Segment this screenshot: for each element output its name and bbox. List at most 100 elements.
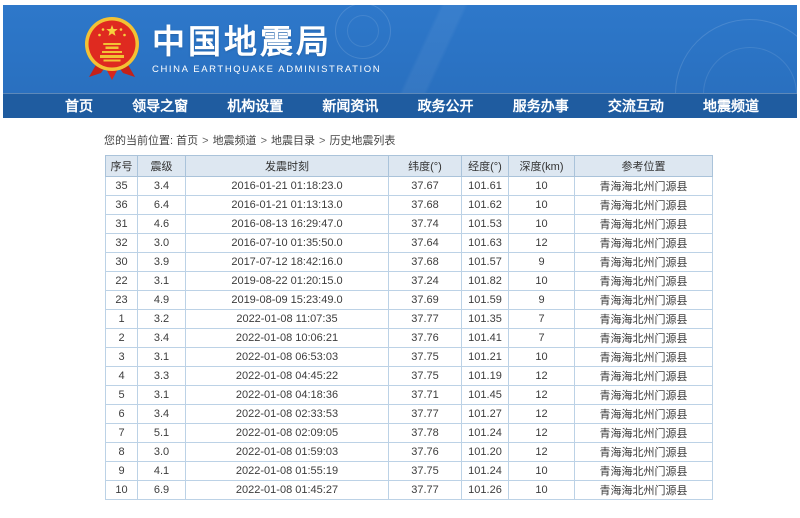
- table-cell: 3.2: [138, 310, 186, 329]
- nav-item-7[interactable]: 交流互动: [608, 94, 664, 119]
- nav-item-6[interactable]: 服务办事: [513, 94, 569, 119]
- table-cell: 37.67: [389, 177, 462, 196]
- table-cell: 12: [509, 234, 575, 253]
- table-cell: 37.74: [389, 215, 462, 234]
- table-row: 94.12022-01-08 01:55:1937.75101.2410青海海北…: [106, 462, 713, 481]
- table-row: 323.02016-07-10 01:35:50.037.64101.6312青…: [106, 234, 713, 253]
- table-cell: 2022-01-08 06:53:03: [186, 348, 389, 367]
- table-cell: 101.61: [462, 177, 509, 196]
- china-national-emblem-icon: [82, 16, 142, 83]
- breadcrumb-separator: >: [261, 135, 267, 147]
- table-cell: 青海海北州门源县: [575, 386, 713, 405]
- table-cell: 10: [509, 177, 575, 196]
- table-cell: 101.45: [462, 386, 509, 405]
- table-cell: 101.24: [462, 462, 509, 481]
- table-cell: 36: [106, 196, 138, 215]
- table-cell: 30: [106, 253, 138, 272]
- nav-item-2[interactable]: 领导之窗: [132, 94, 188, 119]
- table-cell: 3.3: [138, 367, 186, 386]
- table-cell: 青海海北州门源县: [575, 291, 713, 310]
- table-cell: 2022-01-08 02:33:53: [186, 405, 389, 424]
- table-cell: 青海海北州门源县: [575, 329, 713, 348]
- nav-item-1[interactable]: 首页: [65, 94, 93, 119]
- table-cell: 23: [106, 291, 138, 310]
- table-cell: 3.0: [138, 443, 186, 462]
- table-cell: 5.1: [138, 424, 186, 443]
- table-cell: 3.1: [138, 386, 186, 405]
- table-cell: 12: [509, 386, 575, 405]
- table-cell: 3.1: [138, 272, 186, 291]
- table-cell: 2022-01-08 01:59:03: [186, 443, 389, 462]
- table-cell: 4: [106, 367, 138, 386]
- table-cell: 101.21: [462, 348, 509, 367]
- site-header: 中国地震局 CHINA EARTHQUAKE ADMINISTRATION: [3, 5, 797, 93]
- table-cell: 12: [509, 443, 575, 462]
- table-row: 353.42016-01-21 01:18:23.037.67101.6110青…: [106, 177, 713, 196]
- breadcrumb-link-3[interactable]: 地震目录: [271, 135, 315, 147]
- table-row: 63.42022-01-08 02:33:5337.77101.2712青海海北…: [106, 405, 713, 424]
- table-cell: 7: [106, 424, 138, 443]
- nav-item-8[interactable]: 地震频道: [703, 94, 759, 119]
- table-cell: 8: [106, 443, 138, 462]
- column-header-2: 震级: [138, 156, 186, 177]
- breadcrumb-link-1[interactable]: 首页: [176, 135, 198, 147]
- table-cell: 青海海北州门源县: [575, 253, 713, 272]
- table-header-row: 序号震级发震时刻纬度(°)经度(°)深度(km)参考位置: [106, 156, 713, 177]
- nav-item-4[interactable]: 新闻资讯: [322, 94, 378, 119]
- nav-item-3[interactable]: 机构设置: [227, 94, 283, 119]
- table-cell: 2022-01-08 01:45:27: [186, 481, 389, 500]
- site-title: 中国地震局: [152, 24, 381, 60]
- table-cell: 10: [509, 196, 575, 215]
- table-cell: 7: [509, 329, 575, 348]
- table-cell: 3.4: [138, 177, 186, 196]
- table-cell: 22: [106, 272, 138, 291]
- table-cell: 青海海北州门源县: [575, 215, 713, 234]
- table-cell: 2022-01-08 10:06:21: [186, 329, 389, 348]
- table-cell: 101.20: [462, 443, 509, 462]
- table-cell: 37.76: [389, 329, 462, 348]
- table-row: 223.12019-08-22 01:20:15.037.24101.8210青…: [106, 272, 713, 291]
- table-cell: 青海海北州门源县: [575, 177, 713, 196]
- brand-text: 中国地震局 CHINA EARTHQUAKE ADMINISTRATION: [152, 24, 381, 74]
- table-cell: 青海海北州门源县: [575, 348, 713, 367]
- table-cell: 9: [509, 253, 575, 272]
- table-row: 13.22022-01-08 11:07:3537.77101.357青海海北州…: [106, 310, 713, 329]
- breadcrumb-separator: >: [202, 135, 208, 147]
- table-row: 23.42022-01-08 10:06:2137.76101.417青海海北州…: [106, 329, 713, 348]
- table-cell: 7: [509, 310, 575, 329]
- table-cell: 3.0: [138, 234, 186, 253]
- table-cell: 1: [106, 310, 138, 329]
- breadcrumb: 您的当前位置: 首页>地震频道>地震目录>历史地震列表: [104, 132, 800, 148]
- table-cell: 2022-01-08 04:18:36: [186, 386, 389, 405]
- earthquake-list-table: 序号震级发震时刻纬度(°)经度(°)深度(km)参考位置 353.42016-0…: [105, 155, 713, 500]
- table-cell: 101.41: [462, 329, 509, 348]
- site-subtitle: CHINA EARTHQUAKE ADMINISTRATION: [152, 64, 381, 75]
- table-row: 33.12022-01-08 06:53:0337.75101.2110青海海北…: [106, 348, 713, 367]
- table-cell: 2022-01-08 01:55:19: [186, 462, 389, 481]
- table-cell: 10: [509, 481, 575, 500]
- table-cell: 37.68: [389, 253, 462, 272]
- table-cell: 37.68: [389, 196, 462, 215]
- breadcrumb-link-2[interactable]: 地震频道: [213, 135, 257, 147]
- table-cell: 2022-01-08 04:45:22: [186, 367, 389, 386]
- table-cell: 3.4: [138, 405, 186, 424]
- nav-item-5[interactable]: 政务公开: [418, 94, 474, 119]
- main-nav: 首页 领导之窗 机构设置 新闻资讯 政务公开 服务办事 交流互动 地震频道: [3, 93, 797, 118]
- table-cell: 4.6: [138, 215, 186, 234]
- table-cell: 37.78: [389, 424, 462, 443]
- table-cell: 3.4: [138, 329, 186, 348]
- table-cell: 2019-08-09 15:23:49.0: [186, 291, 389, 310]
- brand-home-link[interactable]: 中国地震局 CHINA EARTHQUAKE ADMINISTRATION: [82, 16, 381, 83]
- table-cell: 青海海北州门源县: [575, 367, 713, 386]
- table-cell: 青海海北州门源县: [575, 405, 713, 424]
- table-cell: 10: [509, 215, 575, 234]
- table-cell: 青海海北州门源县: [575, 196, 713, 215]
- table-cell: 10: [509, 462, 575, 481]
- column-header-5: 经度(°): [462, 156, 509, 177]
- table-cell: 101.26: [462, 481, 509, 500]
- table-cell: 3: [106, 348, 138, 367]
- table-cell: 青海海北州门源县: [575, 462, 713, 481]
- table-cell: 6: [106, 405, 138, 424]
- table-cell: 37.77: [389, 310, 462, 329]
- table-cell: 12: [509, 405, 575, 424]
